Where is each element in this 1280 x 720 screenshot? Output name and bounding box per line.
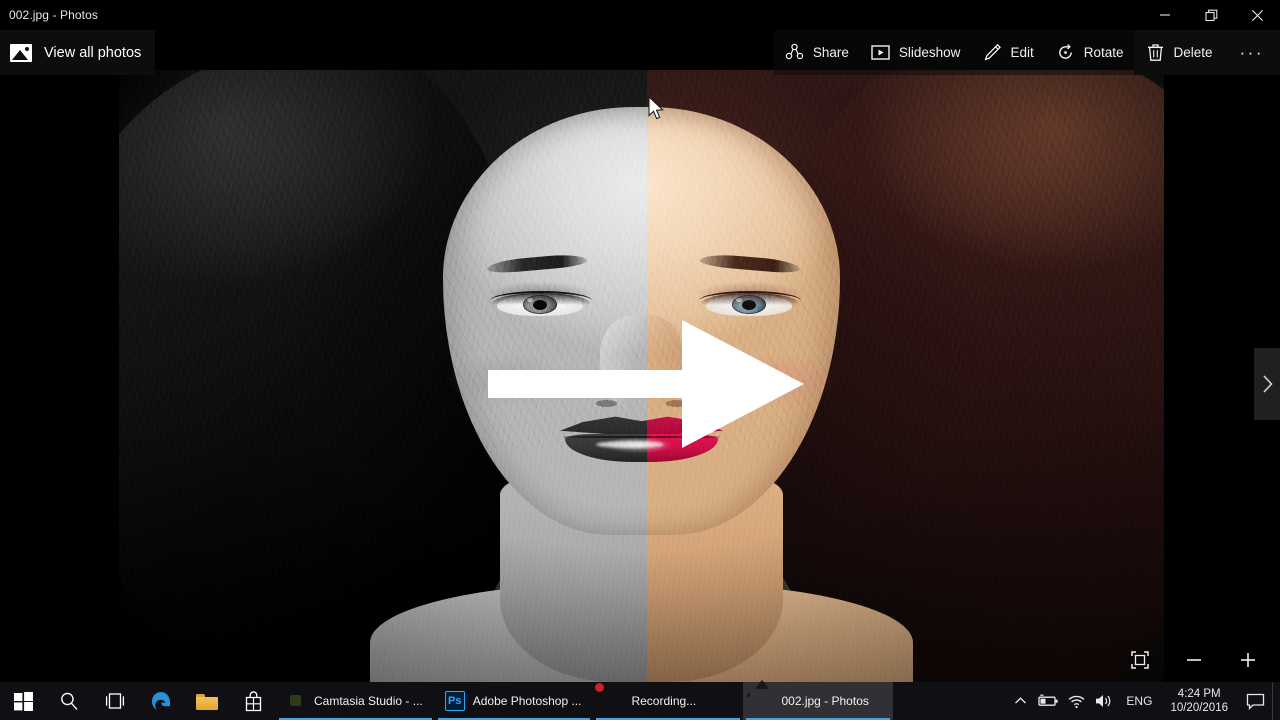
taskbar-item-label: Camtasia Studio - ... — [314, 694, 423, 708]
battery-icon[interactable] — [1034, 682, 1062, 720]
zoom-in-button[interactable] — [1234, 646, 1262, 674]
show-hidden-icons-button[interactable] — [1006, 682, 1034, 720]
clock-date: 10/20/2016 — [1170, 702, 1228, 714]
share-icon — [785, 43, 805, 63]
search-button[interactable] — [46, 682, 92, 720]
next-photo-button[interactable] — [1254, 348, 1280, 420]
clock-time: 4:24 PM — [1177, 687, 1221, 700]
edit-label: Edit — [1010, 45, 1034, 60]
action-center-button[interactable] — [1238, 682, 1272, 720]
store-button[interactable] — [230, 682, 276, 720]
photos-icon — [10, 43, 32, 62]
photo-image[interactable] — [119, 70, 1164, 682]
taskbar-item-label: Recording... — [631, 694, 697, 708]
taskbar-item-camtasia[interactable]: Camtasia Studio - ... — [276, 682, 435, 720]
title-bar: 002.jpg - Photos — [0, 0, 1280, 30]
pencil-icon — [982, 43, 1002, 63]
zoom-out-button[interactable] — [1180, 646, 1208, 674]
slideshow-button[interactable]: Slideshow — [860, 30, 972, 75]
close-button[interactable] — [1234, 0, 1280, 30]
zoom-controls — [1126, 646, 1262, 674]
portrait-color — [647, 70, 1164, 682]
portrait-grayscale — [119, 70, 647, 682]
view-all-photos-label: View all photos — [44, 44, 142, 61]
photos-toolbar: View all photos Share Slideshow Edit Rot… — [0, 30, 1280, 75]
taskbar-item-label: Adobe Photoshop ... — [472, 694, 582, 708]
rotate-button[interactable]: Rotate — [1045, 30, 1135, 75]
rotate-label: Rotate — [1083, 45, 1124, 60]
clock[interactable]: 4:24 PM 10/20/2016 — [1160, 687, 1238, 716]
window-title: 002.jpg - Photos — [9, 8, 98, 22]
photo-half-after — [647, 70, 1164, 682]
restore-button[interactable] — [1188, 0, 1234, 30]
window-controls — [1142, 0, 1280, 30]
photoshop-icon: Ps — [444, 691, 465, 711]
slideshow-label: Slideshow — [898, 45, 961, 60]
taskbar-item-photoshop[interactable]: Ps Adobe Photoshop ... — [435, 682, 594, 720]
rotate-icon — [1056, 43, 1076, 63]
folder-icon — [196, 693, 218, 710]
taskbar-spacer — [893, 682, 1006, 720]
edit-button[interactable]: Edit — [971, 30, 1044, 75]
taskbar-app-buttons: Camtasia Studio - ... Ps Adobe Photoshop… — [276, 682, 894, 720]
taskbar-item-recording[interactable]: Recording... — [593, 682, 743, 720]
delete-label: Delete — [1173, 45, 1213, 60]
see-more-button[interactable]: ··· — [1223, 30, 1280, 75]
view-all-photos-button[interactable]: View all photos — [0, 30, 156, 75]
photo-half-before — [119, 70, 647, 682]
fit-to-window-button[interactable] — [1126, 646, 1154, 674]
delete-button[interactable]: Delete — [1134, 30, 1224, 75]
photos-app-window: View all photos Share Slideshow Edit Rot… — [0, 0, 1280, 682]
start-button[interactable] — [0, 682, 46, 720]
taskbar-item-label: 002.jpg - Photos — [781, 694, 869, 708]
minimize-button[interactable] — [1142, 0, 1188, 30]
language-indicator[interactable]: ENG — [1118, 694, 1160, 708]
trash-icon — [1145, 43, 1165, 63]
slideshow-icon — [871, 43, 891, 63]
photo-viewer-canvas[interactable] — [0, 30, 1280, 682]
task-view-button[interactable] — [92, 682, 138, 720]
share-label: Share — [812, 45, 849, 60]
hair-strand-texture-upper — [119, 70, 647, 450]
hair-strand-texture-upper — [647, 70, 1164, 450]
volume-icon[interactable] — [1090, 682, 1118, 720]
file-explorer-button[interactable] — [184, 682, 230, 720]
toolbar-actions: Share Slideshow Edit Rotate Delete ··· — [773, 30, 1280, 75]
wifi-icon[interactable] — [1062, 682, 1090, 720]
windows-taskbar: Camtasia Studio - ... Ps Adobe Photoshop… — [0, 682, 1280, 720]
share-button[interactable]: Share — [774, 30, 860, 75]
edge-button[interactable] — [138, 682, 184, 720]
system-tray: ENG 4:24 PM 10/20/2016 — [1006, 682, 1280, 720]
show-desktop-button[interactable] — [1272, 682, 1278, 720]
taskbar-item-photos[interactable]: 002.jpg - Photos — [743, 682, 894, 720]
